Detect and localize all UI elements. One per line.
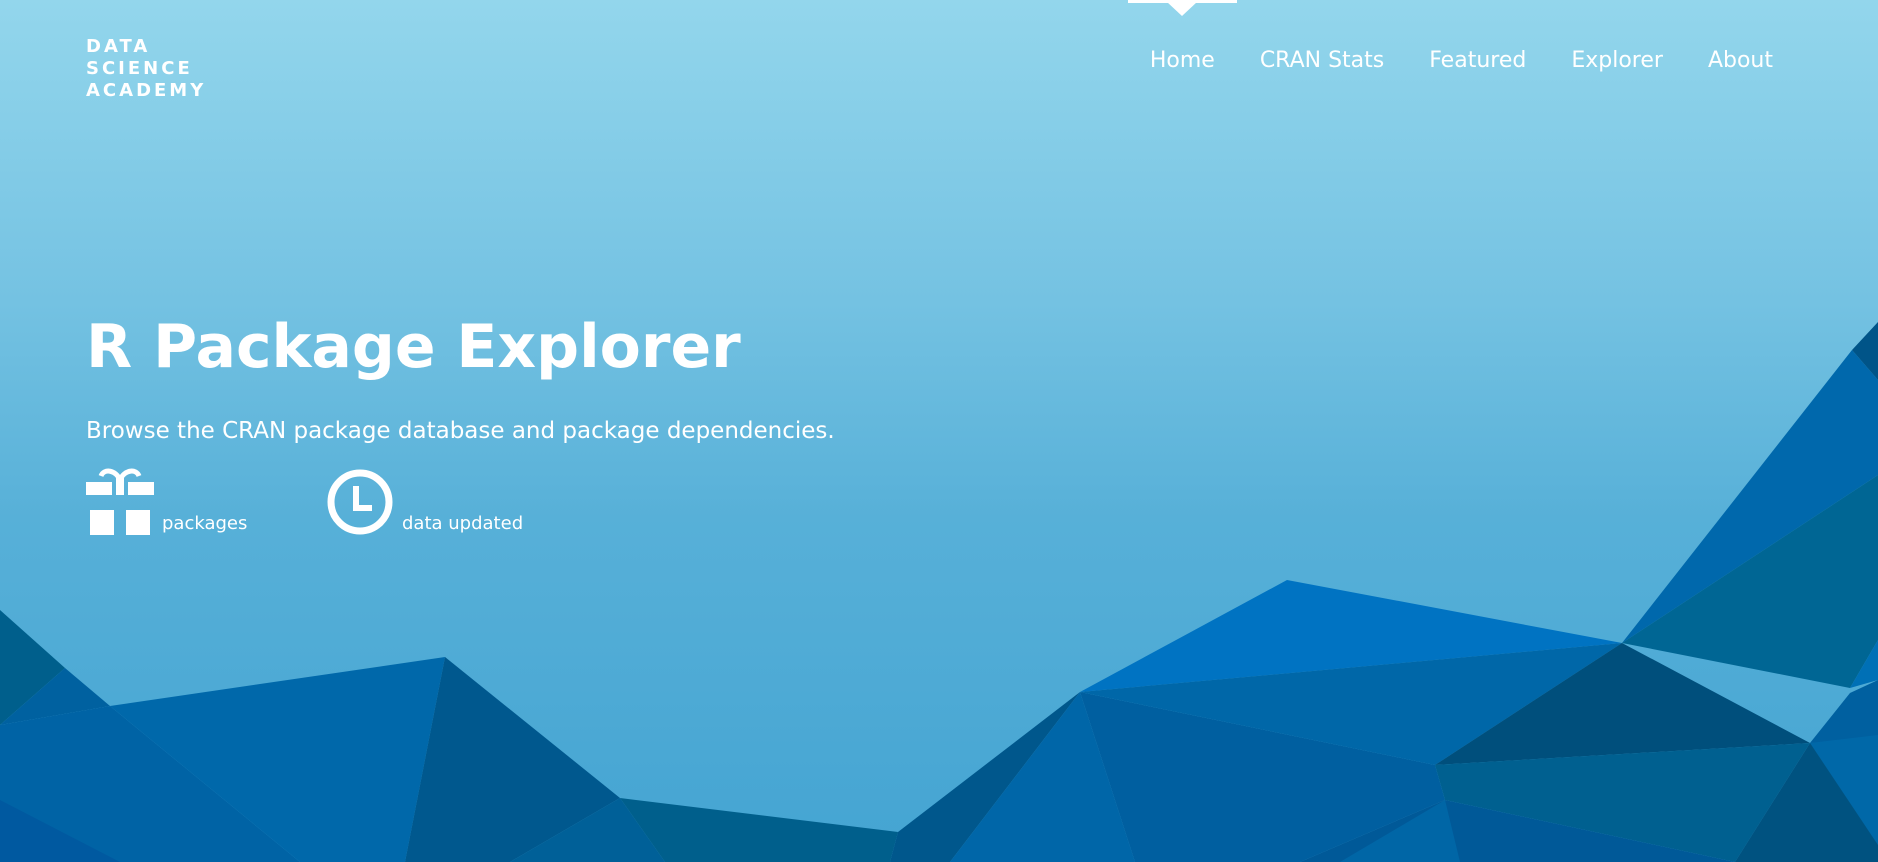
nav-about[interactable]: About bbox=[1708, 48, 1773, 73]
stat-updated-label: data updated bbox=[402, 513, 524, 534]
page-subtitle: Browse the CRAN package database and pac… bbox=[86, 418, 835, 444]
nav-featured[interactable]: Featured bbox=[1429, 48, 1526, 73]
brand-line-2: SCIENCE bbox=[86, 58, 193, 79]
stat-data-updated: data updated bbox=[326, 466, 523, 536]
nav-explorer[interactable]: Explorer bbox=[1571, 48, 1663, 73]
clock-icon bbox=[327, 469, 393, 535]
stat-packages-label: packages bbox=[162, 513, 248, 534]
page: DATA SCIENCE ACADEMY Home CRAN Stats Fea… bbox=[0, 0, 1878, 862]
brand-line-1: DATA bbox=[86, 36, 151, 57]
page-title: R Package Explorer bbox=[86, 312, 741, 382]
bg-poly bbox=[1810, 680, 1878, 743]
stat-packages: packages bbox=[86, 466, 247, 536]
nav-cran-stats[interactable]: CRAN Stats bbox=[1260, 48, 1384, 73]
brand-line-3: ACADEMY bbox=[86, 80, 207, 101]
active-indicator-caret bbox=[1167, 2, 1198, 16]
brand-logo[interactable]: DATA SCIENCE ACADEMY bbox=[86, 36, 206, 102]
gift-icon bbox=[86, 468, 154, 535]
nav-home[interactable]: Home bbox=[1127, 0, 1237, 73]
bg-poly bbox=[620, 798, 898, 862]
nav-home-label: Home bbox=[1149, 48, 1215, 73]
main-nav: Home CRAN Stats Featured Explorer About bbox=[1105, 0, 1773, 73]
